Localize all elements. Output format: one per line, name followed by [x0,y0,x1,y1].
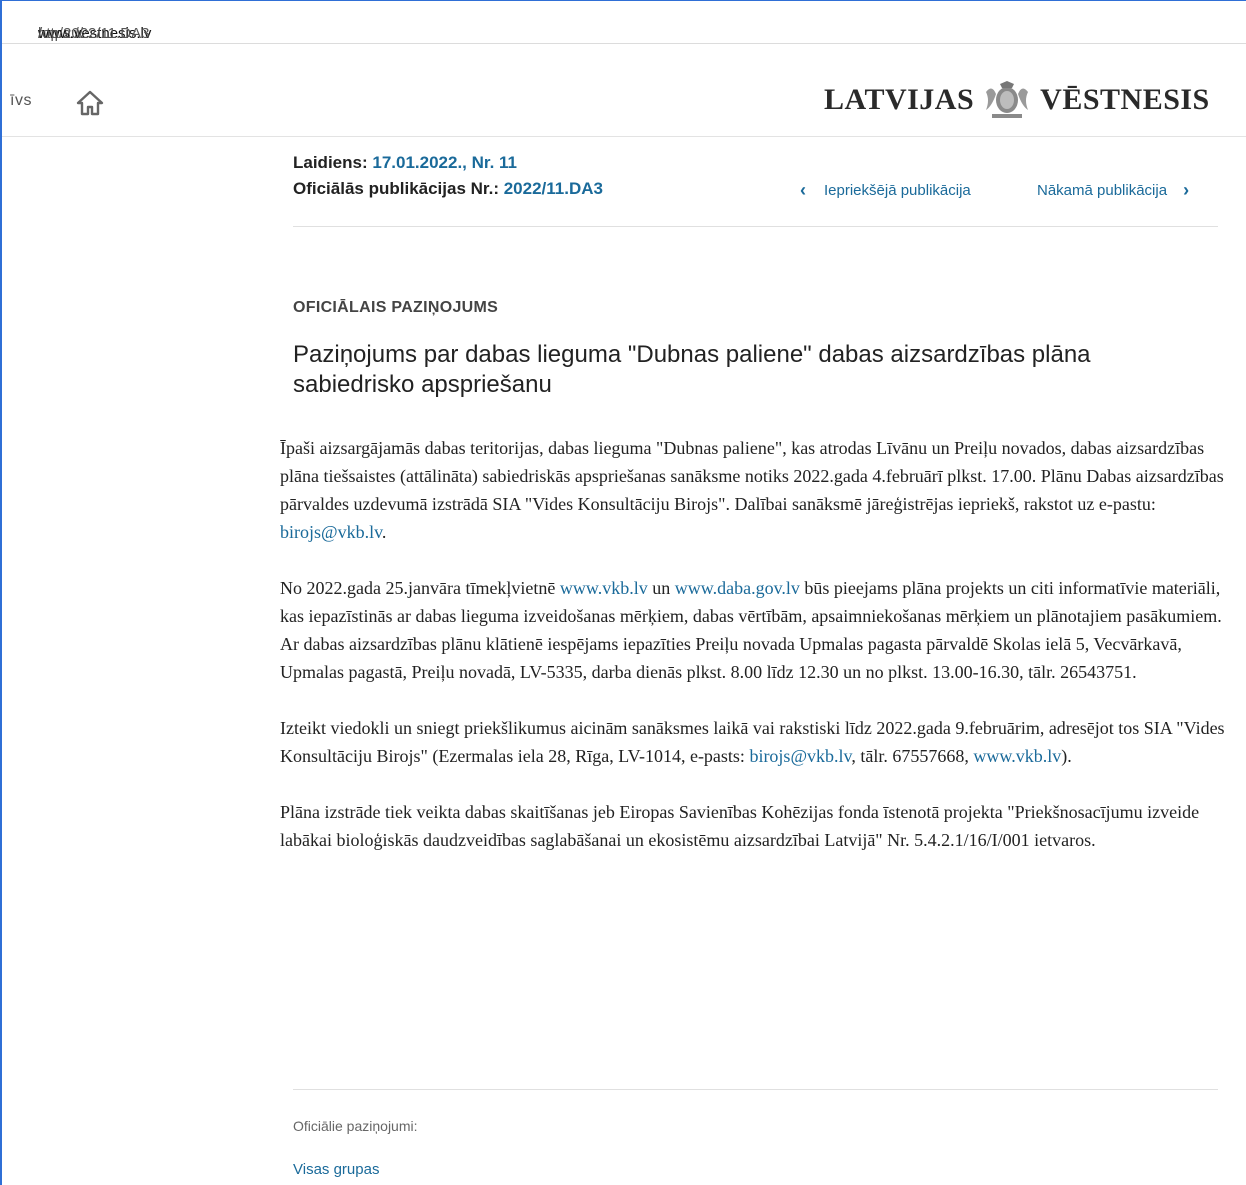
paragraph-text: , tālr. 67557668, [851,746,974,766]
logo-text-right: VĒSTNESIS [1040,83,1210,116]
issue-link[interactable]: 17.01.2022., Nr. 11 [372,153,517,172]
article-title: Paziņojums par dabas lieguma "Dubnas pal… [293,341,1091,398]
article-category: OFICIĀLAIS PAZIŅOJUMS [293,299,499,316]
site-header: īvs LATVIJAS VĒSTNESIS [2,44,1246,137]
chevron-right-icon: › [1183,179,1190,200]
publication-number-label: Oficiālās publikācijas Nr.: [293,179,499,198]
paragraph-3: Izteikt viedokli un sniegt priekšlikumus… [280,714,1225,770]
nav-item-archive[interactable]: īvs [10,92,32,110]
paragraph-2: No 2022.gada 25.janvāra tīmekļvietnē www… [280,574,1225,686]
paragraph-text: . [381,522,387,542]
window-frame-left [0,0,2,1185]
url-path: /op/2022/11.DA3 [38,25,150,42]
publication-number-link[interactable]: 2022/11.DA3 [504,179,603,198]
paragraph-1: Īpaši aizsargājamās dabas teritorijas, d… [280,434,1225,546]
website-link-daba[interactable]: www.daba.gov.lv [675,578,800,598]
website-link-vkb[interactable]: www.vkb.lv [973,746,1061,766]
divider [293,1089,1218,1090]
paragraph-text: No 2022.gada 25.janvāra tīmekļvietnē [280,578,560,598]
issue-line: Laidiens: 17.01.2022., Nr. 11 [293,150,603,176]
home-icon[interactable] [76,90,104,116]
website-link-vkb[interactable]: www.vkb.lv [560,578,648,598]
previous-publication-link[interactable]: ‹ Iepriekšējā publikācija [800,178,971,202]
paragraph-text: ). [1061,746,1072,766]
paragraph-4: Plāna izstrāde tiek veikta dabas skaitīš… [280,802,1200,850]
article-body: Īpaši aizsargājamās dabas teritorijas, d… [280,434,1225,882]
official-notices-label: Oficiālie paziņojumi: [293,1118,418,1134]
logo-text-left: LATVIJAS [824,83,975,116]
divider [293,226,1218,227]
next-publication-link[interactable]: Nākamā publikācija › [1037,178,1189,202]
address-bar[interactable]: https://www.vestnesis.lv/op/2022/11.DA3 [2,1,1246,44]
paragraph-text: un [647,578,675,598]
email-link[interactable]: birojs@vkb.lv [749,746,851,766]
chevron-left-icon: ‹ [800,179,806,200]
site-logo[interactable]: LATVIJAS VĒSTNESIS [824,80,1210,120]
email-link[interactable]: birojs@vkb.lv [280,522,382,542]
next-publication-label: Nākamā publikācija [1037,181,1168,199]
issue-label: Laidiens: [293,153,368,172]
paragraph-text: Īpaši aizsargājamās dabas teritorijas, d… [280,438,1224,514]
previous-publication-label: Iepriekšējā publikācija [824,181,971,199]
all-groups-link[interactable]: Visas grupas [293,1161,379,1178]
publication-number-line: Oficiālās publikācijas Nr.: 2022/11.DA3 [293,176,603,202]
coat-of-arms-icon [986,81,1029,118]
publication-meta: Laidiens: 17.01.2022., Nr. 11 Oficiālās … [293,150,603,202]
